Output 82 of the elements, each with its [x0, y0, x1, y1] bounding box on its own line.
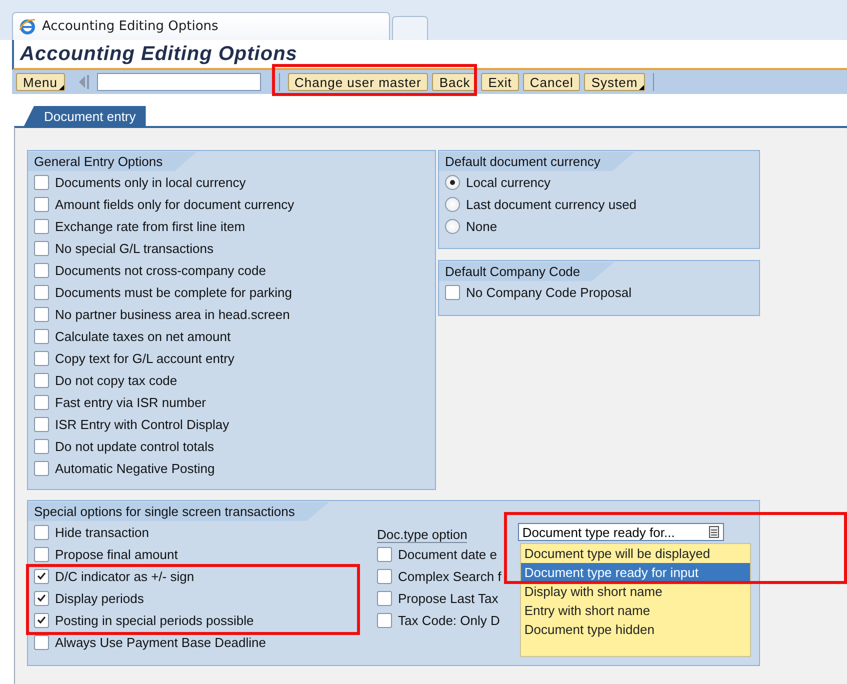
radio-button[interactable] [445, 174, 460, 190]
command-field[interactable] [96, 73, 261, 91]
checkbox[interactable] [34, 524, 49, 540]
group-title: General Entry Options [28, 152, 197, 171]
group-title: Default document currency [439, 152, 634, 171]
checkbox[interactable] [34, 372, 49, 388]
option-label: Display periods [55, 590, 144, 606]
option-label: Copy text for G/L account entry [55, 350, 234, 366]
checkbox[interactable] [34, 262, 49, 278]
checkbox[interactable] [445, 284, 460, 300]
list-icon [709, 526, 720, 538]
checkbox[interactable] [34, 240, 49, 256]
option-label: Do not update control totals [55, 438, 214, 454]
checkbox[interactable] [34, 546, 49, 562]
checkbox[interactable] [34, 634, 49, 650]
option-label: Always Use Payment Base Deadline [55, 634, 266, 650]
option-label: D/C indicator as +/- sign [55, 568, 194, 584]
checkbox[interactable] [34, 416, 49, 432]
option-label: No partner business area in head.screen [55, 306, 290, 322]
toolbar-button[interactable]: Exit [481, 73, 519, 91]
checkbox[interactable] [34, 612, 49, 628]
checkbox[interactable] [377, 568, 392, 584]
checkbox[interactable] [34, 460, 49, 476]
menu-button[interactable]: Menu [16, 73, 65, 91]
browser-tab[interactable]: Accounting Editing Options [12, 12, 390, 40]
dropdown-option[interactable]: Document type ready for input [521, 563, 750, 582]
dropdown-option[interactable]: Document type will be displayed [521, 544, 750, 563]
checkbox[interactable] [34, 196, 49, 212]
option-label: Document date e [398, 546, 498, 562]
checkbox[interactable] [377, 546, 392, 562]
field-label: Doc.type option [377, 527, 468, 543]
option-label: Exchange rate from first line item [55, 218, 246, 234]
option-label: Documents only in local currency [55, 174, 246, 190]
toolbar-button[interactable]: Cancel [522, 73, 580, 91]
option-label: Propose Last Tax [398, 590, 498, 606]
check-icon [37, 594, 46, 602]
group-title: Default Company Code [439, 262, 614, 281]
option-label: Propose final amount [55, 546, 178, 562]
collapse-icon[interactable] [76, 74, 89, 90]
radio-button[interactable] [445, 196, 460, 212]
dropdown-option[interactable]: Entry with short name [521, 601, 750, 620]
checkbox[interactable] [34, 174, 49, 190]
toolbar-button[interactable]: Change user master [288, 73, 428, 91]
tab[interactable]: Document entry [24, 106, 146, 126]
checkbox[interactable] [34, 350, 49, 366]
option-label: Last document currency used [466, 196, 637, 212]
check-icon [37, 572, 46, 580]
browser-icon [19, 18, 36, 35]
checkbox[interactable] [34, 218, 49, 234]
check-icon [37, 616, 46, 624]
option-label: Do not copy tax code [55, 372, 178, 388]
checkbox[interactable] [377, 612, 392, 628]
screen-title: Accounting Editing Options [20, 42, 298, 66]
option-label: Documents not cross-company code [55, 262, 266, 278]
option-label: Calculate taxes on net amount [55, 328, 231, 344]
option-label: Hide transaction [55, 524, 149, 540]
dropdown-option[interactable]: Document type hidden [521, 620, 750, 639]
option-label: None [466, 218, 498, 234]
option-label: Amount fields only for document currency [55, 196, 294, 212]
checkbox[interactable] [34, 438, 49, 454]
option-label: No special G/L transactions [55, 240, 214, 256]
option-label: Fast entry via ISR number [55, 394, 206, 410]
checkbox[interactable] [34, 394, 49, 410]
option-label: ISR Entry with Control Display [55, 416, 230, 432]
option-label: Automatic Negative Posting [55, 460, 215, 476]
checkbox[interactable] [34, 328, 49, 344]
radio-button[interactable] [445, 218, 460, 234]
checkbox[interactable] [34, 306, 49, 322]
dropdown-option[interactable]: Display with short name [521, 582, 750, 601]
option-label: Posting in special periods possible [55, 612, 254, 628]
option-label: Tax Code: Only D [398, 612, 500, 628]
checkbox[interactable] [34, 590, 49, 606]
menu-button[interactable]: System [584, 73, 645, 91]
option-label: Documents must be complete for parking [55, 284, 292, 300]
option-label: Local currency [466, 174, 551, 190]
browser-tab[interactable] [392, 16, 428, 40]
group-title: Special options for single screen transactions [28, 502, 329, 521]
checkbox[interactable] [34, 284, 49, 300]
option-label: No Company Code Proposal [466, 284, 632, 300]
checkbox[interactable] [377, 590, 392, 606]
option-label: Complex Search f [398, 568, 502, 584]
checkbox[interactable] [34, 568, 49, 584]
